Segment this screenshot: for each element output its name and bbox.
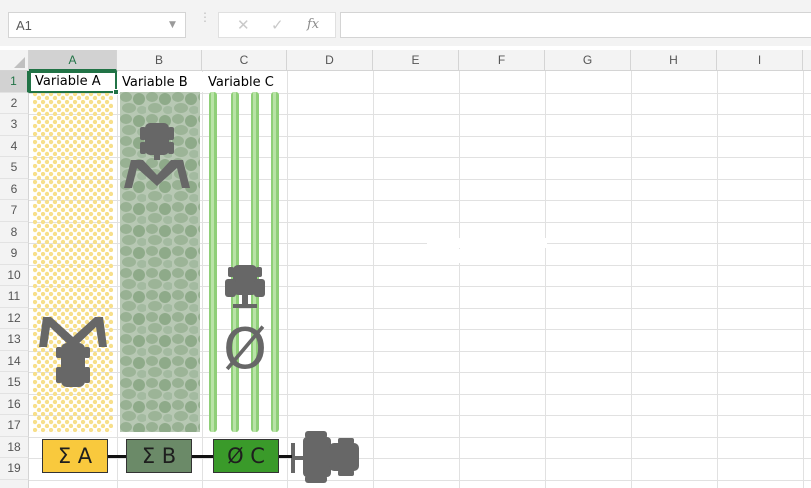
row-header-13[interactable]: 13: [0, 329, 29, 351]
legend-avg-c-label: Ø C: [227, 444, 265, 468]
column-header-g[interactable]: G: [545, 50, 631, 71]
column-header-i[interactable]: I: [717, 50, 803, 71]
formula-buttons: ✕ ✓ fx: [218, 12, 336, 38]
row-header-6[interactable]: 6: [0, 178, 29, 200]
row-header-3[interactable]: 3: [0, 114, 29, 136]
row-header-1[interactable]: 1: [0, 71, 29, 93]
cultivator-icon: [124, 160, 190, 188]
row-header-10[interactable]: 10: [0, 264, 29, 286]
row-header-17[interactable]: 17: [0, 415, 29, 437]
row-header-20[interactable]: [0, 479, 29, 488]
tractor-icon: [56, 337, 90, 387]
tractor-icon: [291, 431, 359, 483]
tractor-icon: [225, 265, 265, 308]
row-header-14[interactable]: 14: [0, 350, 29, 372]
cell-grid[interactable]: Variable A Variable B Variable C Ø Σ A Σ…: [29, 71, 811, 488]
legend-sum-b-label: Σ B: [141, 444, 177, 468]
legend-connector: [107, 455, 127, 458]
legend-avg-c: Ø C: [213, 439, 279, 473]
enter-icon[interactable]: ✓: [271, 16, 284, 34]
legend-sum-a-label: Σ A: [57, 444, 93, 468]
row-header-2[interactable]: 2: [0, 92, 29, 114]
chevron-down-icon[interactable]: ▼: [169, 20, 176, 30]
row-header-12[interactable]: 12: [0, 307, 29, 329]
column-header-c[interactable]: C: [202, 50, 287, 71]
column-header-a[interactable]: A: [29, 50, 117, 71]
row-header-18[interactable]: 18: [0, 436, 29, 458]
column-header-f[interactable]: F: [459, 50, 545, 71]
row-header-19[interactable]: 19: [0, 458, 29, 480]
row-header-4[interactable]: 4: [0, 135, 29, 157]
row-header-9[interactable]: 9: [0, 243, 29, 265]
legend-connector: [191, 455, 215, 458]
insert-function-icon[interactable]: fx: [307, 17, 319, 32]
cancel-icon[interactable]: ✕: [237, 16, 250, 34]
legend-sum-a: Σ A: [42, 439, 108, 473]
select-all-button[interactable]: [0, 50, 29, 71]
tractor-icon: [140, 123, 174, 160]
strip-c-symbol: Ø: [223, 317, 267, 382]
row-header-7[interactable]: 7: [0, 200, 29, 222]
column-header-h[interactable]: H: [631, 50, 717, 71]
row-header-11[interactable]: 11: [0, 286, 29, 308]
legend-sum-b: Σ B: [126, 439, 192, 473]
column-headers: A B C D E F G H I: [0, 50, 811, 71]
row-header-5[interactable]: 5: [0, 157, 29, 179]
drag-handle-icon[interactable]: ⋮: [199, 11, 211, 23]
column-header-b[interactable]: B: [117, 50, 202, 71]
name-box[interactable]: A1 ▼: [8, 12, 186, 38]
row-header-15[interactable]: 15: [0, 372, 29, 394]
formula-bar: A1 ▼ ⋮ ✕ ✓ fx: [0, 0, 811, 46]
row-header-16[interactable]: 16: [0, 393, 29, 415]
column-header-e[interactable]: E: [373, 50, 459, 71]
machines-layer: Ø: [39, 123, 359, 483]
legend-connector: [278, 455, 292, 458]
name-box-value: A1: [16, 18, 32, 33]
column-header-d[interactable]: D: [287, 50, 373, 71]
formula-input[interactable]: [340, 12, 811, 38]
row-header-8[interactable]: 8: [0, 221, 29, 243]
